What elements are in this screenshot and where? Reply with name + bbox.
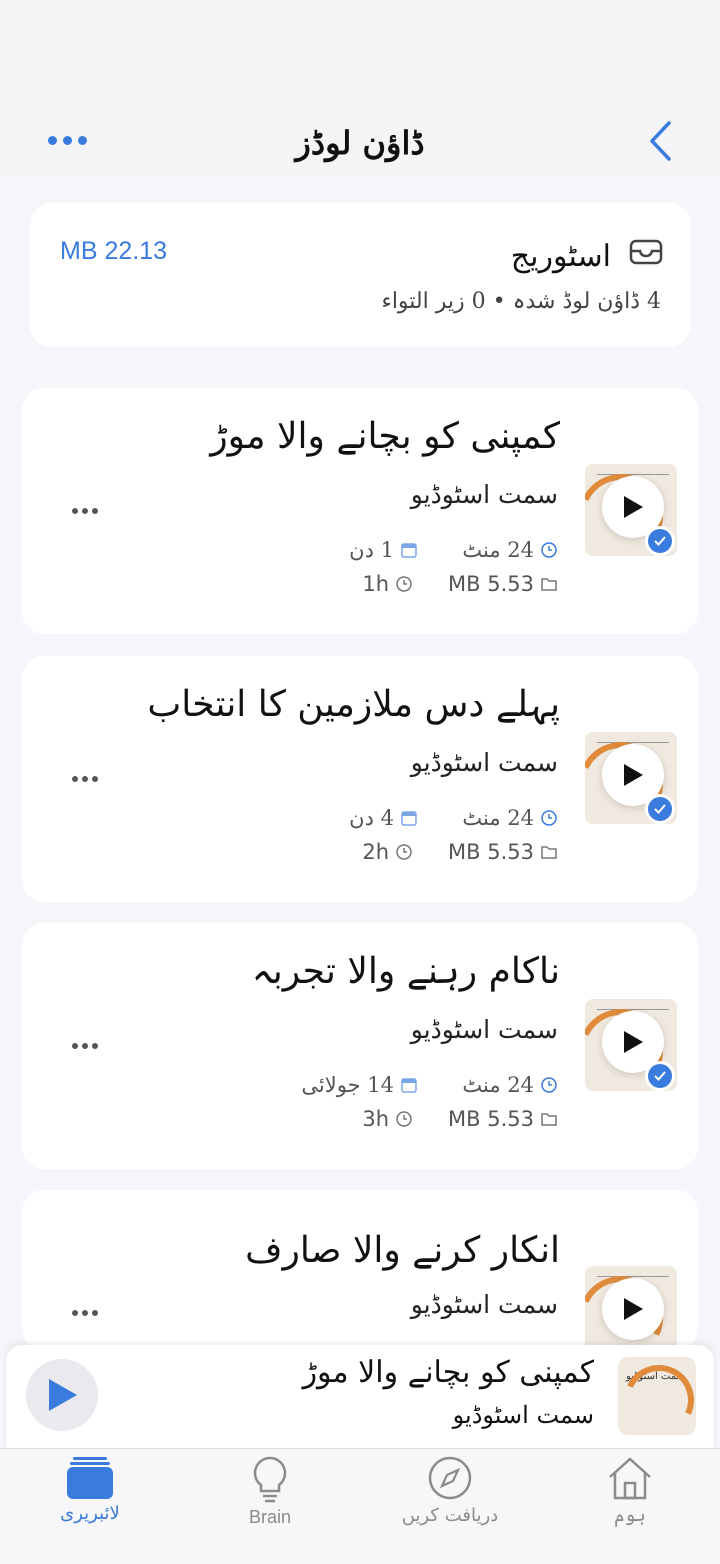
item-duration: 24 منٹ	[462, 806, 558, 830]
item-title: کمپنی کو بچانے والا موڑ	[210, 416, 560, 457]
clock-icon	[396, 844, 412, 860]
item-date: 1 دن	[349, 538, 418, 562]
tab-home[interactable]: ہوم	[570, 1455, 690, 1535]
item-author: سمت اسٹوڈیو	[410, 480, 558, 509]
item-more-button[interactable]	[68, 1031, 102, 1061]
folder-icon	[541, 578, 557, 591]
storage-subtitle: 4 ڈاؤن لوڈ شدہ • 0 زیر التواء	[381, 289, 661, 314]
play-icon	[624, 764, 643, 786]
folder-icon	[541, 1113, 557, 1126]
item-duration: 24 منٹ	[462, 538, 558, 562]
item-duration: 24 منٹ	[462, 1073, 558, 1097]
calendar-icon	[401, 1078, 417, 1093]
folder-icon	[541, 846, 557, 859]
item-title: انکار کرنے والا صارف	[245, 1230, 560, 1271]
download-item[interactable]: پہلے دس ملازمین کا انتخاب سمت اسٹوڈیو 24…	[22, 656, 698, 902]
tab-bar: لائبریری Brain دریافت کریں ہوم	[0, 1448, 720, 1564]
tray-icon	[629, 239, 663, 265]
clock-icon	[541, 1077, 557, 1093]
play-icon	[49, 1379, 77, 1411]
calendar-icon	[401, 811, 417, 826]
item-date: 4 دن	[349, 806, 418, 830]
mini-player-title: کمپنی کو بچانے والا موڑ	[302, 1355, 594, 1390]
clock-icon	[541, 542, 557, 558]
downloaded-check-icon	[645, 1061, 675, 1091]
item-age: 2h	[362, 840, 413, 864]
library-icon	[67, 1457, 113, 1499]
tab-label: دریافت کریں	[401, 1505, 499, 1526]
play-icon	[624, 496, 643, 518]
item-author: سمت اسٹوڈیو	[410, 748, 558, 777]
clock-icon	[396, 576, 412, 592]
mini-player[interactable]: کمپنی کو بچانے والا موڑ سمت اسٹوڈیو سمت …	[6, 1345, 714, 1448]
item-title: ناکام رہنے والا تجربہ	[251, 951, 560, 992]
play-icon	[624, 1298, 643, 1320]
item-more-button[interactable]	[68, 496, 102, 526]
item-age: 3h	[362, 1107, 413, 1131]
tab-label: لائبریری	[60, 1503, 120, 1524]
tab-discover[interactable]: دریافت کریں	[390, 1455, 510, 1535]
mini-player-thumbnail: سمت اسٹوڈیو	[618, 1357, 696, 1435]
calendar-icon	[401, 543, 417, 558]
item-author: سمت اسٹوڈیو	[410, 1290, 558, 1319]
tab-label: ہوم	[614, 1505, 646, 1526]
mini-player-author: سمت اسٹوڈیو	[452, 1401, 594, 1429]
header: ڈاؤن لوڈز	[0, 0, 720, 178]
tab-label: Brain	[248, 1507, 292, 1527]
storage-size: MB 22.13	[60, 237, 168, 265]
play-button[interactable]	[602, 1278, 664, 1340]
tab-brain[interactable]: Brain	[210, 1455, 330, 1535]
item-size: MB 5.53	[448, 1107, 558, 1131]
item-author: سمت اسٹوڈیو	[410, 1015, 558, 1044]
downloaded-check-icon	[645, 526, 675, 556]
tab-library[interactable]: لائبریری	[30, 1455, 150, 1535]
item-age: 1h	[362, 572, 413, 596]
storage-card: MB 22.13 اسٹوریج 4 ڈاؤن لوڈ شدہ • 0 زیر …	[30, 203, 691, 347]
page-title: ڈاؤن لوڈز	[295, 124, 425, 162]
download-item[interactable]: انکار کرنے والا صارف سمت اسٹوڈیو	[22, 1190, 698, 1350]
item-size: MB 5.53	[448, 840, 558, 864]
play-icon	[624, 1031, 643, 1053]
clock-icon	[396, 1111, 412, 1127]
home-icon	[609, 1457, 651, 1500]
compass-icon	[428, 1456, 472, 1500]
download-item[interactable]: ناکام رہنے والا تجربہ سمت اسٹوڈیو 24 منٹ…	[22, 923, 698, 1169]
chevron-left-icon	[650, 121, 671, 161]
item-more-button[interactable]	[68, 1298, 102, 1328]
download-item[interactable]: کمپنی کو بچانے والا موڑ سمت اسٹوڈیو 24 م…	[22, 388, 698, 634]
back-button[interactable]	[640, 118, 680, 164]
item-title: پہلے دس ملازمین کا انتخاب	[147, 684, 560, 725]
mini-play-button[interactable]	[26, 1359, 98, 1431]
bulb-icon	[253, 1456, 287, 1503]
clock-icon	[541, 810, 557, 826]
storage-title: اسٹوریج	[510, 239, 611, 274]
item-more-button[interactable]	[68, 764, 102, 794]
item-date: 14 جولائی	[301, 1073, 418, 1097]
downloaded-check-icon	[645, 794, 675, 824]
item-size: MB 5.53	[448, 572, 558, 596]
